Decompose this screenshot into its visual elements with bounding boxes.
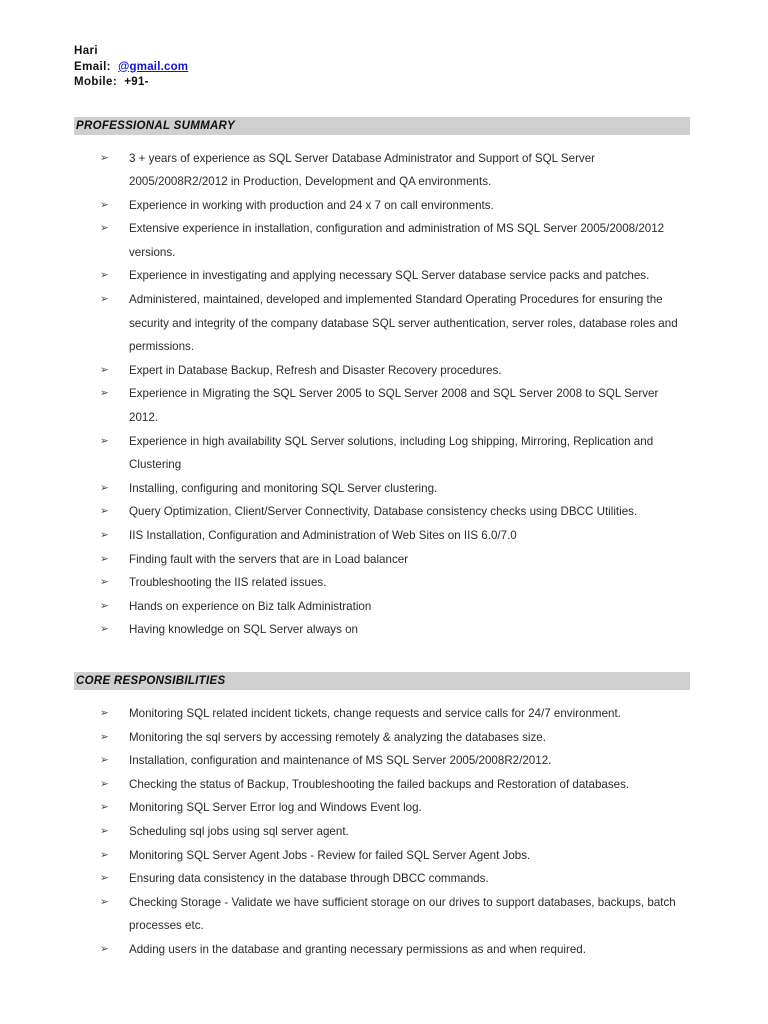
mobile-label: Mobile: xyxy=(74,76,118,88)
list-item-text: 3 + years of experience as SQL Server Da… xyxy=(129,151,596,189)
list-item-text: Monitoring the sql servers by accessing … xyxy=(129,730,546,744)
list-item-text: Monitoring SQL Server Error log and Wind… xyxy=(129,801,422,815)
list-item: ➢ Experience in investigating and applyin… xyxy=(74,264,690,288)
list-item: ➢ Expert in Database Backup, Refresh and … xyxy=(74,359,690,383)
list-item: ➢ Installing, configuring and monitoring … xyxy=(74,477,690,501)
section-heading-band: CORE RESPONSIBILITIES xyxy=(74,671,690,690)
list-item-text: IIS Installation, Configuration and Admi… xyxy=(129,529,517,542)
arrow-bullet-icon: ➢ xyxy=(100,801,109,814)
arrow-bullet-icon: ➢ xyxy=(100,576,109,589)
arrow-bullet-icon: ➢ xyxy=(100,481,109,494)
mobile-line: Mobile: +91- xyxy=(74,75,690,91)
list-item-text: Expert in Database Backup, Refresh and D… xyxy=(129,363,502,377)
resume-sections: PROFESSIONAL SUMMARY ➢ 3 + years of experi… xyxy=(74,116,690,962)
section-title: PROFESSIONAL SUMMARY xyxy=(76,119,235,132)
list-item-text: Finding fault with the servers that are … xyxy=(129,552,409,566)
list-item: ➢ Ensuring data consistency in the databa… xyxy=(74,867,690,891)
arrow-bullet-icon: ➢ xyxy=(100,222,109,235)
arrow-bullet-icon: ➢ xyxy=(100,942,109,955)
section-heading-band: PROFESSIONAL SUMMARY xyxy=(74,116,690,135)
list-item-text: Installation, configuration and maintena… xyxy=(129,754,552,768)
list-item-text: Administered, maintained, developed and … xyxy=(129,293,678,354)
list-item-text: Hands on experience on Biz talk Administ… xyxy=(129,599,372,613)
arrow-bullet-icon: ➢ xyxy=(100,623,109,636)
list-item: ➢ Installation, configuration and mainten… xyxy=(74,749,690,773)
list-item-text: Troubleshooting the IIS related issues. xyxy=(129,576,327,590)
resume-page: Hari Email: @gmail.com Mobile: +91- PROF… xyxy=(0,0,768,1024)
list-item-text: Ensuring data consistency in the databas… xyxy=(129,872,489,886)
list-item-text: Having knowledge on SQL Server always on xyxy=(129,623,358,637)
list-item: ➢ Scheduling sql jobs using sql server ag… xyxy=(74,820,690,844)
email-label: Email: xyxy=(74,60,111,73)
list-item-text: Experience in high availability SQL Serv… xyxy=(129,434,654,472)
list-item: ➢ Checking Storage - Validate we have suf… xyxy=(74,891,690,938)
list-item: ➢ Finding fault with the servers that are… xyxy=(74,548,690,572)
bullet-list: ➢ 3 + years of experience as SQL Server D… xyxy=(74,147,690,642)
list-item: ➢ Experience in high availability SQL Ser… xyxy=(74,430,690,477)
list-item: ➢ Monitoring SQL Server Error log and Win… xyxy=(74,796,690,820)
arrow-bullet-icon: ➢ xyxy=(100,363,109,376)
list-item: ➢ Troubleshooting the IIS related issues. xyxy=(74,571,690,595)
list-item: ➢ Monitoring SQL Server Agent Jobs - Revi… xyxy=(74,844,690,868)
arrow-bullet-icon: ➢ xyxy=(100,529,109,541)
section-title: CORE RESPONSIBILITIES xyxy=(76,674,226,687)
arrow-bullet-icon: ➢ xyxy=(100,293,109,306)
list-item-text: Monitoring SQL related incident tickets,… xyxy=(129,706,621,720)
arrow-bullet-icon: ➢ xyxy=(100,151,109,164)
list-item: ➢ Adding users in the database and granti… xyxy=(74,938,690,962)
list-item: ➢ Monitoring SQL related incident tickets… xyxy=(74,702,690,726)
arrow-bullet-icon: ➢ xyxy=(100,872,109,885)
list-item: ➢ Extensive experience in installation, c… xyxy=(74,217,690,264)
arrow-bullet-icon: ➢ xyxy=(100,824,109,837)
list-item-text: Experience in investigating and applying… xyxy=(129,269,650,283)
list-item: ➢ Hands on experience on Biz talk Adminis… xyxy=(74,595,690,619)
list-item-text: Checking the status of Backup, Troublesh… xyxy=(129,777,630,791)
email-link[interactable]: @gmail.com xyxy=(118,61,188,73)
list-item-text: Checking Storage - Validate we have suff… xyxy=(129,895,676,933)
candidate-name-line: Hari xyxy=(74,44,690,60)
list-item: ➢ Checking the status of Backup, Troubles… xyxy=(74,773,690,797)
list-item: ➢ Having knowledge on SQL Server always o… xyxy=(74,618,690,642)
list-item-text: Experience in Migrating the SQL Server 2… xyxy=(129,387,659,425)
mobile-value: +91- xyxy=(124,76,149,88)
list-item: ➢ IIS Installation, Configuration and Adm… xyxy=(74,524,690,548)
list-item-text: Query Optimization, Client/Server Connec… xyxy=(129,505,638,519)
list-item: ➢ 3 + years of experience as SQL Server D… xyxy=(74,147,690,194)
list-item: ➢ Administered, maintained, developed and… xyxy=(74,288,690,359)
list-item-text: Adding users in the database and grantin… xyxy=(129,942,586,956)
list-item: ➢ Experience in working with production a… xyxy=(74,194,690,218)
arrow-bullet-icon: ➢ xyxy=(100,730,109,743)
list-item-text: Installing, configuring and monitoring S… xyxy=(129,481,438,495)
list-item: ➢ Monitoring the sql servers by accessing… xyxy=(74,726,690,750)
list-item: ➢ Query Optimization, Client/Server Conne… xyxy=(74,500,690,524)
arrow-bullet-icon: ➢ xyxy=(100,198,109,211)
list-item-text: Scheduling sql jobs using sql server age… xyxy=(129,824,349,838)
arrow-bullet-icon: ➢ xyxy=(100,552,109,565)
arrow-bullet-icon: ➢ xyxy=(100,706,109,719)
arrow-bullet-icon: ➢ xyxy=(100,269,109,282)
bullet-list: ➢ Monitoring SQL related incident tickets… xyxy=(74,702,690,962)
arrow-bullet-icon: ➢ xyxy=(100,434,109,447)
list-item-text: Monitoring SQL Server Agent Jobs - Revie… xyxy=(129,848,531,862)
list-item: ➢ Experience in Migrating the SQL Server … xyxy=(74,382,690,429)
list-item-text: Experience in working with production an… xyxy=(129,198,494,212)
arrow-bullet-icon: ➢ xyxy=(100,505,109,518)
resume-section: CORE RESPONSIBILITIES ➢ Monitoring SQL rel… xyxy=(74,671,690,962)
arrow-bullet-icon: ➢ xyxy=(100,599,109,612)
contact-header: Hari Email: @gmail.com Mobile: +91- xyxy=(74,44,690,91)
email-line: Email: @gmail.com xyxy=(74,60,690,76)
arrow-bullet-icon: ➢ xyxy=(100,848,109,861)
arrow-bullet-icon: ➢ xyxy=(100,754,109,767)
arrow-bullet-icon: ➢ xyxy=(100,387,109,400)
resume-section: PROFESSIONAL SUMMARY ➢ 3 + years of experi… xyxy=(74,116,690,642)
arrow-bullet-icon: ➢ xyxy=(100,895,109,908)
arrow-bullet-icon: ➢ xyxy=(100,777,109,790)
list-item-text: Extensive experience in installation, co… xyxy=(129,222,665,259)
candidate-name: Hari xyxy=(74,45,98,57)
